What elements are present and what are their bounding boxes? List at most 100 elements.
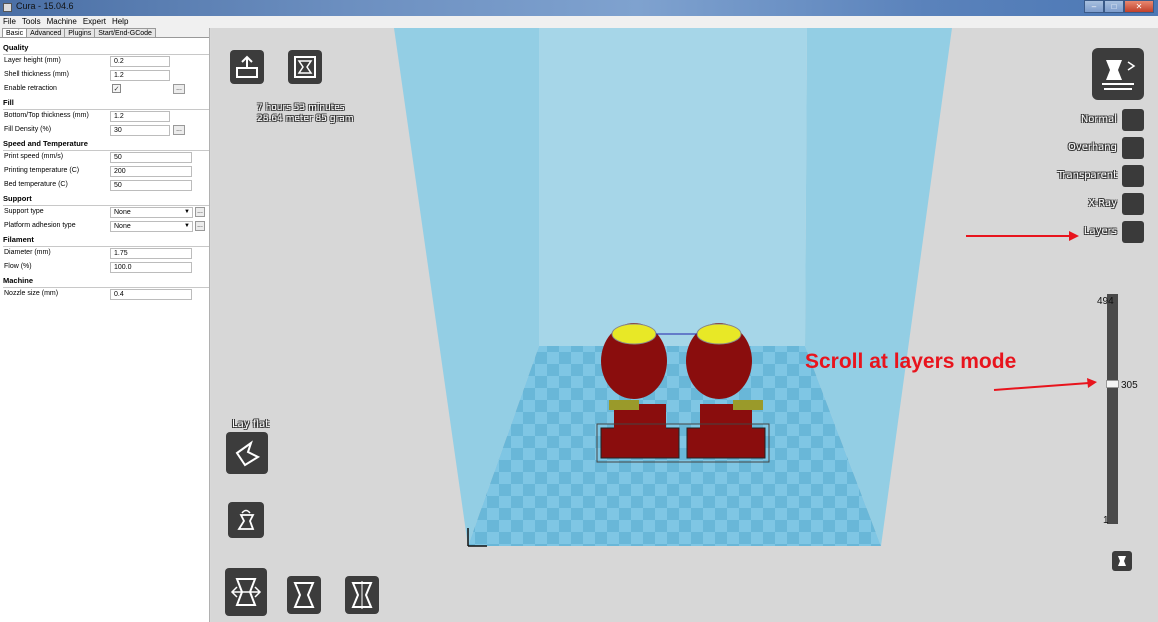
layer-slider-handle[interactable] [1106,380,1119,388]
bottom-top-thickness-input[interactable]: 1.2 [110,111,170,122]
setting-label: Nozzle size (mm) [4,290,59,297]
section-title-machine: Machine [3,276,34,285]
section-title-quality: Quality [3,43,29,52]
save-gcode-button[interactable] [288,50,322,84]
layer-height-input[interactable]: 0.2 [110,56,170,67]
lay-flat-icon [235,440,261,467]
support-options-button[interactable]: ... [195,207,205,217]
chevron-down-icon: ▼ [184,223,190,229]
overhang-view-icon[interactable] [1122,137,1144,159]
bed-temperature-input[interactable]: 50 [110,180,192,191]
enable-retraction-checkbox[interactable]: ✓ [112,84,121,93]
load-model-button[interactable] [230,50,264,84]
setting-row-bottom-top-thickness: Bottom/Top thickness (mm) 1.2 [0,110,209,124]
lay-flat-button[interactable] [226,432,268,474]
reset-rotation-button[interactable] [228,502,264,538]
setting-label: Bed temperature (C) [4,181,68,188]
diameter-input[interactable]: 1.75 [110,248,192,259]
mirror-icon [351,581,373,609]
minimize-button[interactable]: – [1084,0,1104,13]
mirror-button[interactable] [345,576,379,614]
layer-current-label: 305 [1121,380,1138,391]
section-title-filament: Filament [3,235,34,244]
setting-label: Bottom/Top thickness (mm) [4,112,89,119]
view-mode-button[interactable] [1092,48,1144,100]
xray-view-icon[interactable] [1122,193,1144,215]
setting-label: Diameter (mm) [4,249,51,256]
setting-row-printing-temperature: Printing temperature (C) 200 [0,165,209,179]
scale-button[interactable] [287,576,321,614]
setting-label: Printing temperature (C) [4,167,80,174]
setting-label: Fill Density (%) [4,126,52,133]
setting-label: Support type [4,208,44,215]
section-title-speed: Speed and Temperature [3,139,88,148]
layer-min-label: 1 [1103,515,1109,526]
view-mode-icon [1102,60,1136,90]
window-title: Cura - 15.04.6 [16,1,74,11]
view-mode-label-overhang: Overhang [1067,142,1117,153]
flow-input[interactable]: 100.0 [110,262,192,273]
annotation-text: Scroll at layers mode [805,350,1017,373]
setting-label: Print speed (mm/s) [4,153,64,160]
setting-label: Layer height (mm) [4,57,61,64]
section-title-support: Support [3,194,32,203]
menu-help[interactable]: Help [112,16,128,28]
view-mode-label-transparent: Transparent [1057,170,1117,181]
close-button[interactable]: ✕ [1124,0,1154,13]
setting-label: Platform adhesion type [4,222,76,229]
layer-max-label: 494 [1097,296,1114,307]
tab-basic[interactable]: Basic [2,28,28,37]
support-type-select[interactable]: None ▼ [110,207,193,218]
fill-density-input[interactable]: 30 [110,125,170,136]
title-bar: Cura - 15.04.6 – □ ✕ [0,0,1158,16]
tab-start-end-gcode[interactable]: Start/End-GCode [94,28,156,37]
retraction-options-button[interactable]: ... [173,84,185,94]
setting-row-fill-density: Fill Density (%) 30 ... [0,124,209,138]
menu-machine[interactable]: Machine [47,16,77,28]
viewport-3d[interactable]: 7 hours 53 minutes 28.64 meter 85 gram L… [211,28,1158,622]
support-type-value: None [114,209,131,216]
layers-view-icon[interactable] [1122,221,1144,243]
setting-row-support-type: Support type None ▼ ... [0,206,209,220]
layers-icon [1118,556,1126,566]
rotate-button[interactable] [225,568,267,616]
setting-row-enable-retraction: Enable retraction ✓ ... [0,83,209,97]
maximize-button[interactable]: □ [1104,0,1124,13]
load-icon [236,55,258,78]
setting-label: Enable retraction [4,85,57,92]
layer-view-toggle-button[interactable] [1112,551,1132,571]
setting-row-diameter: Diameter (mm) 1.75 [0,247,209,261]
setting-label: Shell thickness (mm) [4,71,69,78]
menu-bar: File Tools Machine Expert Help [0,16,1158,28]
reset-icon [237,509,255,530]
print-material-label: 28.64 meter 85 gram [257,114,354,124]
shell-thickness-input[interactable]: 1.2 [110,70,170,81]
rotate-icon [230,578,262,606]
print-speed-input[interactable]: 50 [110,152,192,163]
view-mode-label-normal: Normal [1080,114,1117,125]
menu-file[interactable]: File [3,16,16,28]
print-icon [294,56,316,78]
menu-tools[interactable]: Tools [22,16,41,28]
app-icon [3,3,12,12]
chevron-down-icon: ▼ [184,209,190,215]
setting-label: Flow (%) [4,263,32,270]
transparent-view-icon[interactable] [1122,165,1144,187]
printing-temperature-input[interactable]: 200 [110,166,192,177]
settings-panel: Basic Advanced Plugins Start/End-GCode Q… [0,28,210,622]
platform-adhesion-select[interactable]: None ▼ [110,221,193,232]
platform-adhesion-value: None [114,223,131,230]
normal-view-icon[interactable] [1122,109,1144,131]
fill-options-button[interactable]: ... [173,125,185,135]
view-mode-label-layers: Layers [1083,226,1117,237]
setting-row-shell-thickness: Shell thickness (mm) 1.2 [0,69,209,83]
tab-plugins[interactable]: Plugins [64,28,96,37]
nozzle-size-input[interactable]: 0.4 [110,289,192,300]
tab-advanced[interactable]: Advanced [26,28,66,37]
scale-icon [293,582,315,608]
layer-slider-track[interactable] [1107,294,1118,524]
menu-expert[interactable]: Expert [83,16,106,28]
adhesion-options-button[interactable]: ... [195,221,205,231]
print-time-label: 7 hours 53 minutes [257,103,345,113]
setting-row-layer-height: Layer height (mm) 0.2 [0,55,209,69]
